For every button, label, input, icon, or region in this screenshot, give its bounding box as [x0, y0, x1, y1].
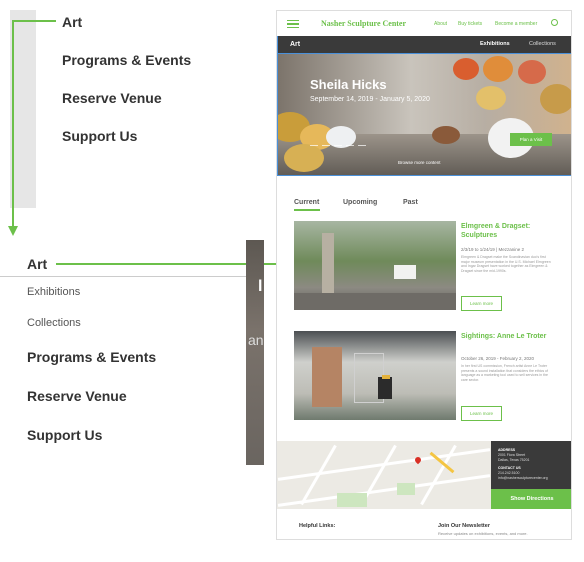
section-link-collections[interactable]: Collections	[529, 41, 556, 47]
menu-reserve[interactable]: Reserve Venue	[27, 388, 127, 404]
hero-peek-strip: l an	[246, 240, 264, 465]
chair	[378, 377, 392, 399]
desktop-menu-programs[interactable]: Programs & Events	[62, 52, 191, 68]
nav-about[interactable]: About	[434, 21, 447, 27]
map-road	[420, 444, 457, 506]
card-title[interactable]: Sightings: Anne Le Troter	[461, 332, 561, 341]
flow-line-horizontal	[12, 20, 56, 22]
map-info-panel: ADDRESS 2001 Flora Street Dallas, Texas …	[491, 441, 571, 489]
menu-art[interactable]: Art	[27, 256, 47, 272]
sculpture-blob	[540, 84, 571, 114]
footer-helpful-links: Helpful Links:	[299, 523, 336, 529]
carousel-dot[interactable]	[334, 145, 342, 146]
hamburger-icon[interactable]	[287, 20, 299, 28]
nav-become-member[interactable]: Become a member	[495, 21, 537, 27]
learn-more-button[interactable]: Learn more	[461, 296, 502, 311]
page-mockup: Nasher Sculpture Center About Buy ticket…	[276, 10, 572, 540]
arrow-down-icon	[8, 226, 18, 236]
chair-seat	[382, 375, 390, 379]
footer-newsletter-sub: Receive updates on exhibitions, events, …	[438, 531, 528, 536]
site-logo[interactable]: Nasher Sculpture Center	[321, 19, 406, 28]
site-header: Nasher Sculpture Center About Buy ticket…	[277, 11, 571, 36]
prada-sign	[394, 265, 416, 279]
sculpture-blob	[518, 60, 546, 84]
menu-divider	[0, 276, 248, 277]
sidewalk	[294, 293, 456, 310]
card-title[interactable]: Elmgreen & Dragset: Sculptures	[461, 222, 561, 240]
nav-buy-tickets[interactable]: Buy tickets	[458, 21, 482, 27]
learn-more-button[interactable]: Learn more	[461, 406, 502, 421]
carousel-dot[interactable]	[322, 145, 330, 146]
desktop-menu-support[interactable]: Support Us	[62, 128, 137, 144]
plan-visit-button[interactable]: Plan a Visit	[510, 133, 552, 146]
hero-peek-text: an	[248, 332, 264, 348]
section-title: Art	[290, 41, 301, 48]
address-label: ADDRESS	[498, 448, 516, 452]
sculpture-blob	[284, 144, 324, 172]
card-date: 2/3/19 to 1/24/19 | Mezzanine 2	[461, 247, 524, 252]
card-image[interactable]	[294, 221, 456, 310]
carousel-dot[interactable]	[346, 145, 354, 146]
card-description: Elmgreen & Dragset make the Scandinavian…	[461, 255, 551, 273]
flow-line-vertical	[12, 20, 14, 228]
menu-programs[interactable]: Programs & Events	[27, 349, 156, 365]
desktop-menu-art[interactable]: Art	[62, 14, 82, 30]
wood-panel	[312, 347, 342, 407]
card-image[interactable]	[294, 331, 456, 420]
menu-exhibitions[interactable]: Exhibitions	[27, 286, 80, 298]
tab-upcoming[interactable]: Upcoming	[343, 199, 377, 206]
exhibition-tabs: Current Upcoming Past	[294, 199, 556, 213]
contact-label: CONTACT US	[498, 466, 521, 470]
browse-more-link[interactable]: Browse more content	[398, 160, 441, 165]
search-icon[interactable]	[551, 19, 558, 26]
footer-newsletter-title: Join Our Newsletter	[438, 523, 490, 529]
address-line: Dallas, Texas 75201	[498, 458, 530, 462]
menu-collections[interactable]: Collections	[27, 317, 81, 329]
tab-current-underline	[294, 209, 320, 211]
card-description: In her first US commission, French artis…	[461, 364, 548, 382]
menu-support[interactable]: Support Us	[27, 427, 102, 443]
map-park	[397, 483, 415, 495]
tab-current[interactable]: Current	[294, 199, 319, 206]
hero-banner: Sheila Hicks September 14, 2019 - Januar…	[277, 53, 571, 176]
sculpture-blob	[432, 126, 460, 144]
desktop-menu-reserve[interactable]: Reserve Venue	[62, 90, 162, 106]
contact-line[interactable]: info@nashersculpturecenter.org	[498, 476, 548, 481]
hero-title: Sheila Hicks	[310, 77, 387, 92]
map-park	[337, 493, 367, 507]
building-wall	[322, 233, 334, 293]
contact-line: 214.242.5100	[498, 471, 520, 475]
section-link-exhibitions[interactable]: Exhibitions	[480, 41, 510, 47]
sculpture-blob	[476, 86, 506, 110]
tab-past[interactable]: Past	[403, 199, 418, 206]
sculpture-blob	[483, 56, 513, 82]
show-directions-button[interactable]: Show Directions	[491, 489, 571, 509]
address-line: 2001 Flora Street	[498, 453, 526, 457]
carousel-dot[interactable]	[310, 145, 318, 146]
section-bar: Art Exhibitions Collections	[277, 36, 571, 53]
location-map[interactable]	[277, 441, 491, 509]
hero-peek-letter: l	[258, 278, 263, 295]
sculpture-blob	[453, 58, 479, 80]
carousel-dot[interactable]	[358, 145, 366, 146]
card-date: October 26, 2019 - February 2, 2020	[461, 356, 535, 361]
hero-dates: September 14, 2019 - January 5, 2020	[310, 96, 430, 103]
